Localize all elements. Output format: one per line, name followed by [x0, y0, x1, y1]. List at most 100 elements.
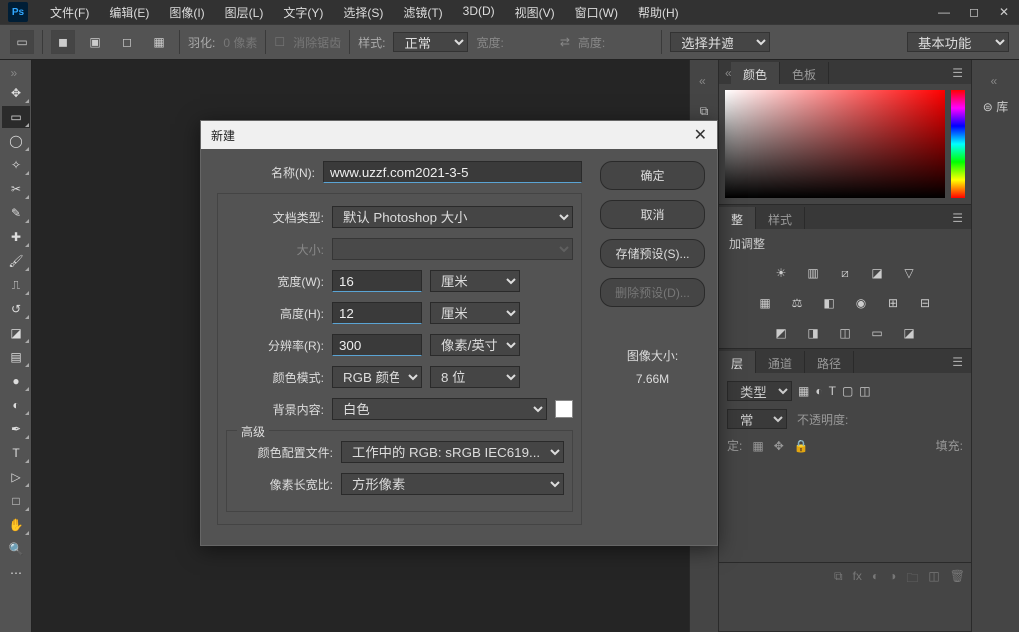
height-input[interactable]	[332, 302, 422, 324]
tab-styles[interactable]: 样式	[756, 207, 805, 229]
color-profile-select[interactable]: 工作中的 RGB: sRGB IEC619...	[341, 441, 564, 463]
adjustment-layer-icon[interactable]: ◑	[889, 569, 896, 590]
collapse-left-icon[interactable]: «	[699, 74, 709, 88]
quick-select-tool[interactable]: ✧	[2, 154, 30, 176]
cancel-button[interactable]: 取消	[600, 200, 705, 229]
dialog-close-button[interactable]: ✕	[694, 125, 707, 145]
tool-preset-icon[interactable]: ▭	[10, 30, 34, 54]
selection-intersect-icon[interactable]: ▦	[147, 30, 171, 54]
background-swatch[interactable]	[555, 400, 573, 418]
menu-help[interactable]: 帮助(H)	[628, 0, 689, 25]
tab-color[interactable]: 颜色	[731, 62, 780, 84]
selection-add-icon[interactable]: ▣	[83, 30, 107, 54]
lasso-tool[interactable]: ◯	[2, 130, 30, 152]
hue-icon[interactable]: ▦	[756, 294, 774, 312]
width-unit-select[interactable]: 厘米	[430, 270, 520, 292]
select-and-mask-button[interactable]: 选择并遮住 ...	[670, 32, 770, 52]
lock-position-icon[interactable]: ✥	[774, 439, 784, 453]
filter-adjust-icon[interactable]: ◐	[815, 384, 822, 398]
type-tool[interactable]: T	[2, 442, 30, 464]
zoom-tool[interactable]: 🔍	[2, 538, 30, 560]
layer-filter-select[interactable]: 类型	[727, 381, 792, 401]
maximize-button[interactable]: ◻	[959, 0, 989, 24]
ok-button[interactable]: 确定	[600, 161, 705, 190]
photo-filter-icon[interactable]: ◉	[852, 294, 870, 312]
preset-select[interactable]: 默认 Photoshop 大小	[332, 206, 573, 228]
height-unit-select[interactable]: 厘米	[430, 302, 520, 324]
pen-tool[interactable]: ✒	[2, 418, 30, 440]
selection-new-icon[interactable]: ◼	[51, 30, 75, 54]
edit-toolbar[interactable]: ⋯	[2, 562, 30, 584]
threshold-icon[interactable]: ◫	[836, 324, 854, 342]
delete-layer-icon[interactable]: 🗑	[950, 569, 965, 590]
brush-tool[interactable]: 🖌	[2, 250, 30, 272]
balance-icon[interactable]: ⚖	[788, 294, 806, 312]
blend-mode-select[interactable]: 常	[727, 409, 787, 429]
rectangle-tool[interactable]: □	[2, 490, 30, 512]
minimize-button[interactable]: —	[929, 0, 959, 24]
dodge-tool[interactable]: ◐	[2, 394, 30, 416]
style-select[interactable]: 正常	[393, 32, 468, 52]
vibrance-icon[interactable]: ▽	[900, 264, 918, 282]
tab-channels[interactable]: 通道	[756, 351, 805, 373]
selection-subtract-icon[interactable]: ◻	[115, 30, 139, 54]
history-brush-tool[interactable]: ↺	[2, 298, 30, 320]
workspace-select[interactable]: 基本功能	[907, 32, 1009, 52]
gradient-map-icon[interactable]: ▭	[868, 324, 886, 342]
link-layers-icon[interactable]: ⧉	[834, 569, 843, 590]
exposure-icon[interactable]: ◪	[868, 264, 886, 282]
invert-icon[interactable]: ◩	[772, 324, 790, 342]
eraser-tool[interactable]: ◪	[2, 322, 30, 344]
resolution-unit-select[interactable]: 像素/英寸	[430, 334, 520, 356]
collapse-icon[interactable]: «	[719, 62, 731, 84]
tab-swatches[interactable]: 色板	[780, 62, 829, 84]
dialog-titlebar[interactable]: 新建 ✕	[201, 121, 717, 149]
panel-menu-icon[interactable]: ☰	[944, 207, 971, 229]
menu-window[interactable]: 窗口(W)	[565, 0, 628, 25]
crop-tool[interactable]: ✂	[2, 178, 30, 200]
name-input[interactable]	[323, 161, 582, 183]
hand-tool[interactable]: ✋	[2, 514, 30, 536]
new-layer-icon[interactable]: ◫	[928, 569, 939, 590]
layer-fx-icon[interactable]: fx	[853, 569, 862, 590]
hue-strip[interactable]	[951, 90, 965, 198]
marquee-tool[interactable]: ▭	[2, 106, 30, 128]
selective-color-icon[interactable]: ◪	[900, 324, 918, 342]
menu-filter[interactable]: 滤镜(T)	[393, 0, 452, 25]
menu-image[interactable]: 图像(I)	[159, 0, 214, 25]
bw-icon[interactable]: ◧	[820, 294, 838, 312]
color-field[interactable]	[725, 90, 945, 198]
save-preset-button[interactable]: 存储预设(S)...	[600, 239, 705, 268]
resolution-input[interactable]	[332, 334, 422, 356]
panel-menu-icon[interactable]: ☰	[944, 351, 971, 373]
lock-all-icon[interactable]: 🔒	[794, 439, 809, 453]
eyedropper-tool[interactable]: ✎	[2, 202, 30, 224]
color-picker[interactable]	[719, 84, 971, 204]
filter-smart-icon[interactable]: ◫	[859, 384, 870, 398]
filter-type-icon[interactable]: T	[829, 384, 836, 398]
healing-tool[interactable]: ✚	[2, 226, 30, 248]
swap-icon[interactable]: ⇄	[560, 35, 570, 49]
levels-icon[interactable]: ▥	[804, 264, 822, 282]
width-input[interactable]	[332, 270, 422, 292]
close-button[interactable]: ✕	[989, 0, 1019, 24]
menu-3d[interactable]: 3D(D)	[453, 0, 505, 25]
menu-file[interactable]: 文件(F)	[40, 0, 99, 25]
brightness-icon[interactable]: ☀	[772, 264, 790, 282]
blur-tool[interactable]: ●	[2, 370, 30, 392]
menu-view[interactable]: 视图(V)	[505, 0, 565, 25]
gradient-tool[interactable]: ▤	[2, 346, 30, 368]
curves-icon[interactable]: ⧄	[836, 264, 854, 282]
tab-layers[interactable]: 层	[719, 351, 756, 373]
layer-group-icon[interactable]: 🗀	[906, 569, 918, 590]
filter-shape-icon[interactable]: ▢	[842, 384, 853, 398]
cc-library-icon[interactable]: ⊜ 库	[983, 98, 1008, 115]
move-tool[interactable]: ✥	[2, 82, 30, 104]
color-mode-select[interactable]: RGB 颜色	[332, 366, 422, 388]
channel-mixer-icon[interactable]: ⊞	[884, 294, 902, 312]
lock-pixels-icon[interactable]: ▦	[752, 439, 763, 453]
menu-select[interactable]: 选择(S)	[333, 0, 393, 25]
pixel-aspect-select[interactable]: 方形像素	[341, 473, 564, 495]
background-select[interactable]: 白色	[332, 398, 547, 420]
path-select-tool[interactable]: ▷	[2, 466, 30, 488]
